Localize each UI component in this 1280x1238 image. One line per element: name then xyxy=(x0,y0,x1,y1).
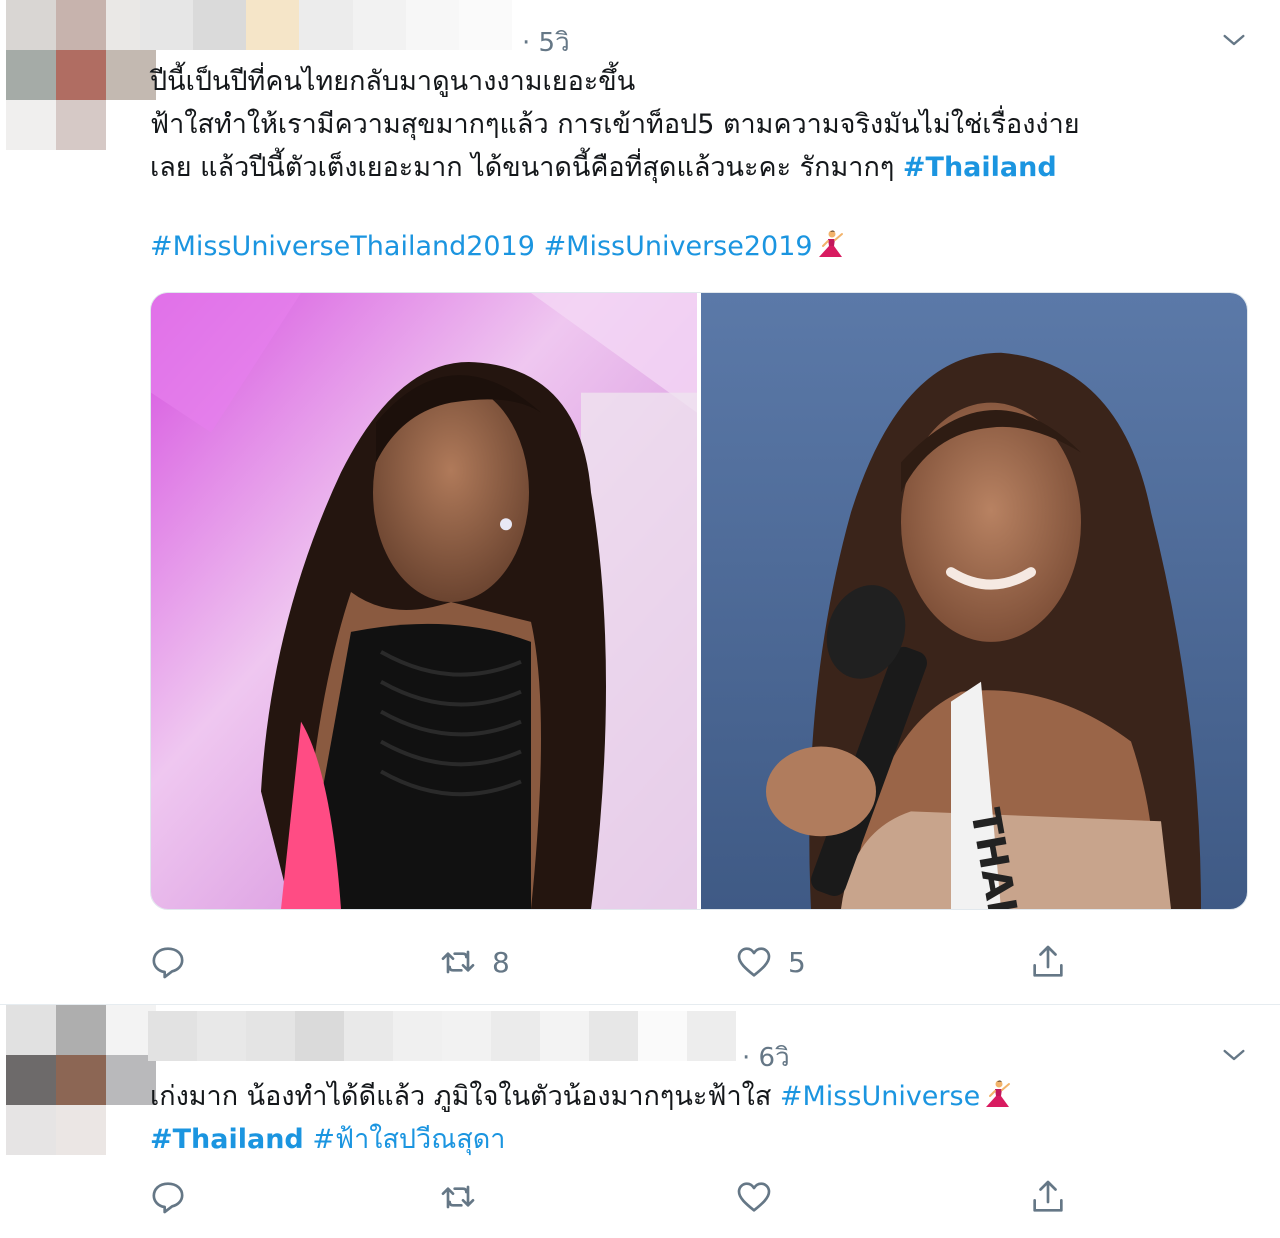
retweet-icon xyxy=(441,1185,475,1209)
retweet-count: 8 xyxy=(492,945,510,979)
contestant-photo-gown xyxy=(151,293,697,909)
share-icon xyxy=(1033,945,1063,977)
tweet-text-line: ปีนี้เป็นปีที่คนไทยกลับมาดูนางงามเยอะขึ้… xyxy=(150,66,636,97)
tweet-text: ปีนี้เป็นปีที่คนไทยกลับมาดูนางงามเยอะขึ้… xyxy=(150,60,1080,268)
tweet[interactable]: · 6วิ เก่งมาก น้องทำได้ดีแล้ว ภูมิใจในตั… xyxy=(0,1004,1280,1238)
reply-icon xyxy=(152,947,184,979)
tweet[interactable]: · 5วิ ปีนี้เป็นปีที่คนไทยกลับมาดูนางงามเ… xyxy=(0,0,1280,1004)
share-button[interactable] xyxy=(1028,942,1068,982)
hashtag-link[interactable]: #MissUniverseThailand2019 xyxy=(150,231,535,262)
tweet-text-line: #Thailand #ฟ้าใสปวีณสุดา xyxy=(150,1118,1012,1161)
heart-icon xyxy=(737,947,771,977)
avatar[interactable] xyxy=(6,0,156,150)
dancer-emoji-icon xyxy=(986,1080,1011,1107)
tweet-actions xyxy=(148,1177,1248,1221)
hashtag-link[interactable]: #MissUniverse2019 xyxy=(544,231,813,262)
chevron-down-icon[interactable] xyxy=(1218,24,1250,56)
hashtag-link[interactable]: #Thailand xyxy=(150,1124,304,1155)
tweet-text: เก่งมาก น้องทำได้ดีแล้ว ภูมิใจในตัวน้องม… xyxy=(150,1075,1012,1161)
user-name-blurred[interactable] xyxy=(148,1011,736,1061)
like-count: 5 xyxy=(788,945,806,979)
media-grid[interactable]: THAIL xyxy=(150,292,1248,910)
heart-icon xyxy=(737,1182,771,1212)
hashtag-link[interactable]: #Thailand xyxy=(903,152,1057,183)
photo-left[interactable] xyxy=(151,293,697,909)
tweet-actions: 8 5 xyxy=(148,942,1248,986)
like-button[interactable] xyxy=(734,1177,788,1217)
reply-icon xyxy=(152,1182,184,1214)
tweet-text-line: เลย แล้วปีนี้ตัวเต็งเยอะมาก ได้ขนาดนี้คื… xyxy=(150,146,1080,189)
retweet-button[interactable] xyxy=(438,1177,492,1217)
avatar[interactable] xyxy=(6,1005,156,1155)
tweet-text-line: ฟ้าใสทำให้เรามีความสุขมากๆแล้ว การเข้าท็… xyxy=(150,109,1080,140)
tweet-hashtags-line: #MissUniverseThailand2019 #MissUniverse2… xyxy=(150,225,1080,268)
hashtag-link[interactable]: #MissUniverse xyxy=(780,1081,980,1112)
timestamp[interactable]: · 5วิ xyxy=(522,22,570,63)
dancer-emoji-icon xyxy=(818,230,843,257)
tweet-text-segment: เลย แล้วปีนี้ตัวเต็งเยอะมาก ได้ขนาดนี้คื… xyxy=(150,152,903,183)
reply-button[interactable] xyxy=(148,942,202,982)
share-icon xyxy=(1033,1180,1063,1212)
user-name-blurred[interactable] xyxy=(140,0,512,50)
tweet-text-line: เก่งมาก น้องทำได้ดีแล้ว ภูมิใจในตัวน้องม… xyxy=(150,1075,1012,1118)
chevron-down-icon[interactable] xyxy=(1218,1039,1250,1071)
hashtag-link[interactable]: #ฟ้าใสปวีณสุดา xyxy=(312,1124,505,1155)
reply-button[interactable] xyxy=(148,1177,202,1217)
retweet-icon xyxy=(441,950,475,974)
contestant-photo-microphone: THAIL xyxy=(701,293,1247,909)
timestamp[interactable]: · 6วิ xyxy=(742,1037,790,1078)
photo-right[interactable]: THAIL xyxy=(701,293,1247,909)
share-button[interactable] xyxy=(1028,1177,1068,1217)
retweet-button[interactable]: 8 xyxy=(438,942,510,982)
like-button[interactable]: 5 xyxy=(734,942,806,982)
tweet-text-segment: เก่งมาก น้องทำได้ดีแล้ว ภูมิใจในตัวน้องม… xyxy=(150,1081,780,1112)
